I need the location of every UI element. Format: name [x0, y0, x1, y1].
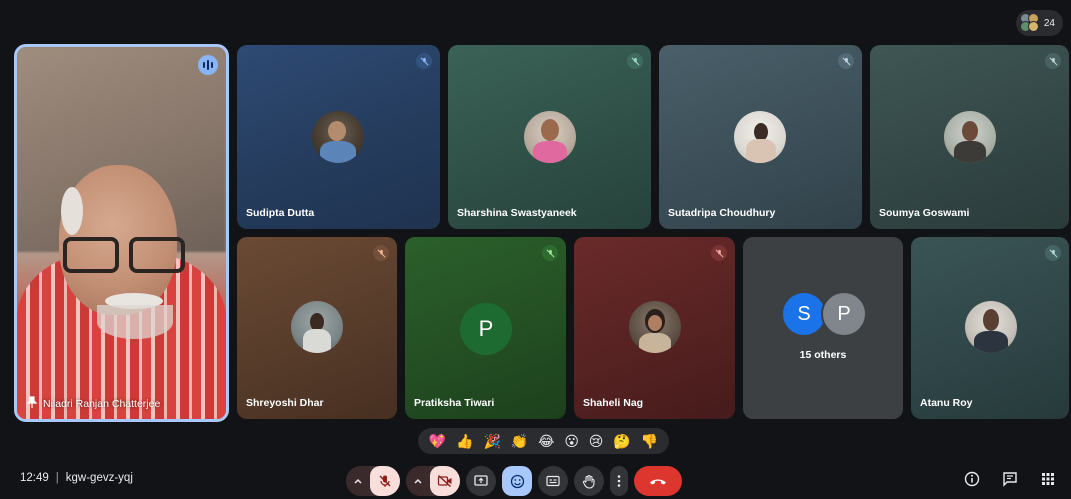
reaction-thinking[interactable]: 🤔 — [613, 434, 630, 448]
call-controls — [346, 466, 682, 496]
emoji-icon — [510, 474, 524, 488]
participant-tile[interactable]: Shreyoshi Dhar — [237, 237, 397, 419]
participant-tile[interactable]: Shaheli Nag — [574, 237, 735, 419]
participant-name: Soumya Goswami — [879, 207, 970, 219]
apps-grid-icon — [1042, 473, 1054, 485]
reaction-clap[interactable]: 👏 — [511, 434, 528, 448]
avatar — [312, 111, 364, 163]
more-options-button[interactable] — [610, 466, 628, 496]
raise-hand-icon — [582, 474, 595, 489]
mic-off-icon — [838, 53, 854, 69]
mic-options-chevron-icon[interactable] — [346, 466, 370, 496]
raise-hand-button[interactable] — [574, 466, 604, 496]
meeting-time: 12:49 — [20, 472, 49, 484]
mic-off-icon — [542, 245, 558, 261]
captions-button[interactable] — [538, 466, 568, 496]
reactions-button[interactable] — [502, 466, 532, 496]
participant-avatars-icon — [1019, 13, 1040, 33]
avatar — [629, 301, 681, 353]
meeting-code[interactable]: kgw-gevz-yqj — [66, 472, 133, 484]
participant-tile[interactable]: Sudipta Dutta — [237, 45, 440, 229]
chat-icon — [1003, 472, 1017, 487]
reaction-surprised[interactable]: 😮 — [564, 434, 579, 448]
reaction-thumbs-up[interactable]: 👍 — [456, 434, 473, 448]
speaking-indicator-icon — [198, 55, 218, 75]
participant-name: Shreyoshi Dhar — [246, 397, 324, 409]
reaction-heart[interactable]: 💖 — [429, 434, 446, 448]
reactions-bar: 💖 👍 🎉 👏 😂 😮 😢 🤔 👎 — [418, 428, 669, 454]
speaker-tile[interactable]: Niladri Ranjan Chatterjee — [14, 44, 229, 422]
mic-off-icon — [416, 53, 432, 69]
letter-avatar: P — [460, 303, 512, 355]
mic-off-button[interactable] — [370, 466, 400, 496]
avatar — [734, 111, 786, 163]
present-screen-icon — [474, 475, 488, 486]
bottom-control-bar: 12:49 | kgw-gevz-yqj — [0, 462, 1071, 499]
meeting-info: 12:49 | kgw-gevz-yqj — [20, 472, 133, 484]
leave-call-button[interactable] — [634, 466, 682, 496]
camera-off-icon — [437, 474, 452, 488]
participant-name: Shaheli Nag — [583, 397, 644, 409]
present-screen-button[interactable] — [466, 466, 496, 496]
camera-control — [406, 466, 460, 496]
participant-name: Pratiksha Tiwari — [414, 397, 495, 409]
mic-control — [346, 466, 400, 496]
participant-name: Atanu Roy — [920, 397, 973, 409]
participant-tile[interactable]: Soumya Goswami — [870, 45, 1069, 229]
avatar — [944, 111, 996, 163]
chat-button[interactable] — [999, 468, 1021, 490]
info-icon — [964, 471, 980, 487]
reaction-sad[interactable]: 😢 — [589, 434, 604, 448]
avatar — [291, 301, 343, 353]
mic-off-icon — [379, 475, 391, 487]
participants-button[interactable]: 24 — [1015, 10, 1063, 36]
reaction-thumbs-down[interactable]: 👎 — [641, 434, 658, 448]
participant-name: Sharshina Swastyaneek — [457, 207, 577, 219]
side-panel-tools — [961, 468, 1059, 490]
participant-tile[interactable]: Sutadripa Choudhury — [659, 45, 862, 229]
avatar — [965, 301, 1017, 353]
pin-icon — [26, 396, 38, 411]
speaker-name-tag: Niladri Ranjan Chatterjee — [26, 396, 161, 411]
participant-name: Sutadripa Choudhury — [668, 207, 776, 219]
camera-options-chevron-icon[interactable] — [406, 466, 430, 496]
others-avatars: S P — [781, 291, 871, 339]
activities-button[interactable] — [1037, 468, 1059, 490]
participant-tile[interactable]: Sharshina Swastyaneek — [448, 45, 651, 229]
separator: | — [55, 472, 59, 484]
avatar — [524, 111, 576, 163]
mic-off-icon — [627, 53, 643, 69]
captions-icon — [546, 475, 560, 487]
participant-tile[interactable]: Atanu Roy — [911, 237, 1069, 419]
mic-off-icon — [1045, 53, 1061, 69]
speaker-name: Niladri Ranjan Chatterjee — [43, 397, 161, 410]
participant-name: Sudipta Dutta — [246, 207, 315, 219]
participant-count: 24 — [1043, 17, 1055, 29]
others-tile[interactable]: S P 15 others — [743, 237, 903, 419]
mic-off-icon — [711, 245, 727, 261]
participant-tile[interactable]: P Pratiksha Tiwari — [405, 237, 566, 419]
meeting-details-button[interactable] — [961, 468, 983, 490]
more-vert-icon — [617, 475, 621, 487]
meet-stage: 24 Niladri Ranjan Chatterjee Sudipta Dut… — [0, 0, 1071, 499]
others-count-label: 15 others — [799, 349, 847, 361]
camera-off-button[interactable] — [430, 466, 460, 496]
mic-off-icon — [373, 245, 389, 261]
reaction-party-popper[interactable]: 🎉 — [484, 434, 501, 448]
avatar: P — [821, 291, 867, 337]
hang-up-icon — [650, 479, 666, 485]
reaction-laugh[interactable]: 😂 — [538, 434, 554, 448]
mic-off-icon — [1045, 245, 1061, 261]
